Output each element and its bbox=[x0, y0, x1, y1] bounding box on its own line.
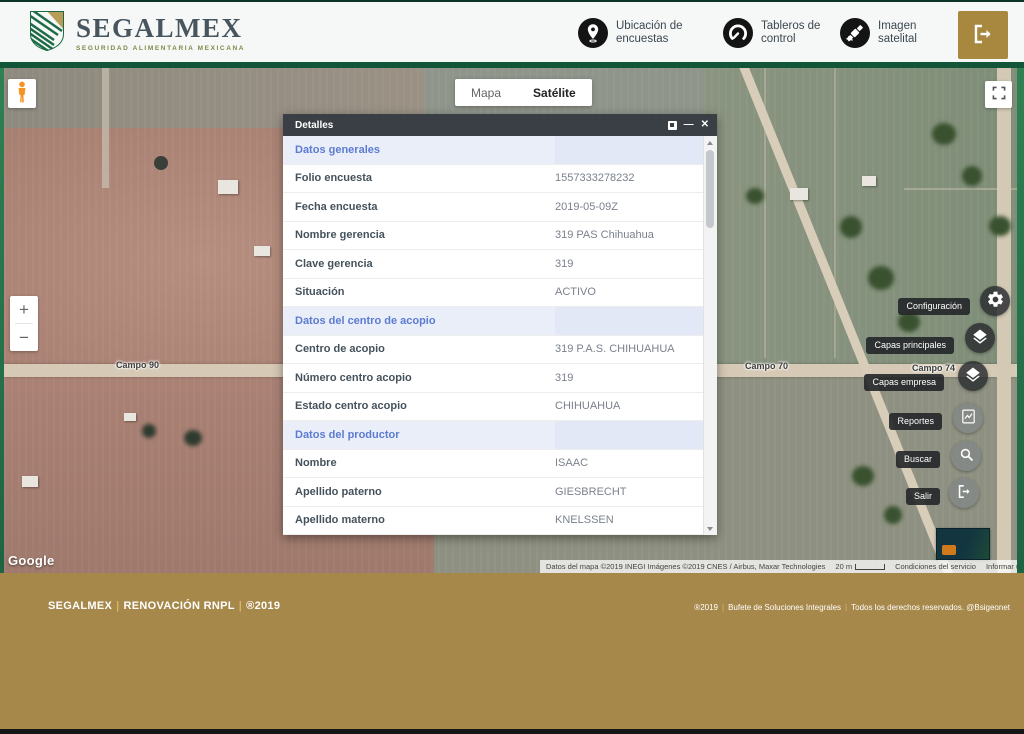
fullscreen-icon bbox=[991, 85, 1007, 104]
app-header: SEGALMEX SEGURIDAD ALIMENTARIA MEXICANA … bbox=[0, 2, 1024, 62]
map-attribution-bar: Datos del mapa ©2019 INEGI Imágenes ©201… bbox=[540, 560, 1017, 573]
popout-icon[interactable] bbox=[668, 121, 677, 130]
logout-button[interactable] bbox=[958, 11, 1008, 59]
salir-button[interactable] bbox=[949, 478, 979, 508]
map-scale-bar: 20 m bbox=[835, 562, 885, 571]
tooltip-salir: Salir bbox=[906, 488, 940, 505]
zoom-in-button[interactable]: + bbox=[10, 296, 38, 323]
data-row: Número centro acopio319 bbox=[283, 364, 704, 393]
configuracion-button[interactable] bbox=[980, 286, 1010, 316]
map-frame: Campo 90 Campo 70 Campo 74 Mapa Satélite bbox=[0, 68, 1024, 573]
exit-icon bbox=[956, 483, 973, 503]
details-table: Datos generales Folio encuesta1557333278… bbox=[283, 136, 704, 535]
gear-icon bbox=[986, 290, 1005, 312]
nav-label: Imagen satelital bbox=[878, 20, 917, 46]
nav-ubicacion-encuestas[interactable]: Ubicación de encuestas bbox=[578, 18, 682, 48]
report-error-link[interactable]: Informar un error del mapa bbox=[986, 562, 1017, 571]
tooltip-capas-empresa: Capas empresa bbox=[864, 374, 944, 391]
nav-label: Ubicación de encuestas bbox=[616, 20, 682, 46]
footer-separator: | bbox=[235, 600, 246, 612]
tooltip-reportes: Reportes bbox=[889, 413, 942, 430]
nav-imagen-satelital[interactable]: Imagen satelital bbox=[840, 18, 917, 48]
tooltip-capas-principales: Capas principales bbox=[866, 337, 954, 354]
nav-tableros-control[interactable]: Tableros de control bbox=[723, 18, 820, 48]
data-row: Fecha encuesta2019-05-09Z bbox=[283, 193, 704, 222]
scroll-up-arrow[interactable] bbox=[704, 137, 716, 148]
attribution-text: Datos del mapa ©2019 INEGI Imágenes ©201… bbox=[546, 562, 825, 571]
scrollbar-thumb[interactable] bbox=[706, 150, 714, 228]
location-pin-icon bbox=[578, 18, 608, 48]
tooltip-buscar: Buscar bbox=[896, 451, 940, 468]
close-icon[interactable]: ✕ bbox=[701, 120, 709, 130]
brand-logo: SEGALMEX SEGURIDAD ALIMENTARIA MEXICANA bbox=[28, 10, 245, 57]
map-place-label: Campo 74 bbox=[912, 363, 955, 373]
data-row: NombreISAAC bbox=[283, 450, 704, 479]
map-type-toggle: Mapa Satélite bbox=[455, 79, 592, 106]
dashboard-gauge-icon bbox=[723, 18, 753, 48]
satellite-map[interactable]: Campo 90 Campo 70 Campo 74 Mapa Satélite bbox=[4, 68, 1017, 573]
segalmex-app: SEGALMEX SEGURIDAD ALIMENTARIA MEXICANA … bbox=[0, 0, 1024, 734]
layers-icon bbox=[964, 366, 982, 387]
street-view-pegman-button[interactable] bbox=[8, 79, 36, 108]
nav-label: Tableros de control bbox=[761, 20, 820, 46]
brand-tagline: SEGURIDAD ALIMENTARIA MEXICANA bbox=[76, 45, 245, 52]
report-chart-icon bbox=[960, 408, 977, 428]
reportes-button[interactable] bbox=[953, 403, 983, 433]
scroll-down-arrow[interactable] bbox=[704, 523, 716, 534]
satellite-icon bbox=[840, 18, 870, 48]
logout-icon bbox=[971, 22, 995, 49]
zoom-control: + − bbox=[10, 296, 38, 351]
overview-minimap[interactable] bbox=[936, 528, 990, 560]
data-row: Centro de acopio319 P.A.S. CHIHUAHUA bbox=[283, 336, 704, 365]
section-row: Datos del productor bbox=[283, 421, 704, 450]
brand-name: SEGALMEX bbox=[76, 15, 245, 42]
data-row: Estado centro acopioCHIHUAHUA bbox=[283, 393, 704, 422]
app-footer: SEGALMEX|RENOVACIÓN RNPL|®2019 ®2019|Buf… bbox=[0, 573, 1024, 729]
footer-separator: | bbox=[112, 600, 123, 612]
segalmex-shield-icon bbox=[28, 10, 66, 57]
capas-principales-button[interactable] bbox=[965, 323, 995, 353]
panel-title: Detalles bbox=[295, 120, 668, 131]
footer-separator: | bbox=[718, 603, 728, 612]
google-logo[interactable]: Google bbox=[8, 553, 55, 568]
details-panel: Detalles — ✕ Datos generales Folio encue… bbox=[283, 114, 717, 535]
data-row: Clave gerencia319 bbox=[283, 250, 704, 279]
minimize-icon[interactable]: — bbox=[684, 120, 694, 130]
zoom-out-button[interactable]: − bbox=[10, 324, 38, 351]
footer-left-text: SEGALMEX|RENOVACIÓN RNPL|®2019 bbox=[48, 600, 280, 612]
data-row: Apellido paternoGIESBRECHT bbox=[283, 478, 704, 507]
data-row: SituaciónACTIVO bbox=[283, 279, 704, 308]
data-row: Apellido maternoKNELSSEN bbox=[283, 507, 704, 536]
map-place-label: Campo 70 bbox=[745, 361, 788, 371]
section-row: Datos generales bbox=[283, 136, 704, 165]
terms-link[interactable]: Condiciones del servicio bbox=[895, 562, 976, 571]
map-type-mapa-button[interactable]: Mapa bbox=[455, 79, 517, 106]
data-row: Nombre gerencia319 PAS Chihuahua bbox=[283, 222, 704, 251]
details-panel-titlebar[interactable]: Detalles — ✕ bbox=[283, 114, 717, 136]
map-place-label: Campo 90 bbox=[116, 360, 159, 370]
map-type-satelite-button[interactable]: Satélite bbox=[517, 79, 592, 106]
window-bottom-border bbox=[0, 729, 1024, 734]
search-icon bbox=[958, 446, 975, 466]
capas-empresa-button[interactable] bbox=[958, 361, 988, 391]
buscar-button[interactable] bbox=[951, 441, 981, 471]
brand-text: SEGALMEX SEGURIDAD ALIMENTARIA MEXICANA bbox=[76, 15, 245, 52]
tooltip-configuracion: Configuración bbox=[898, 298, 970, 315]
panel-scrollbar[interactable] bbox=[703, 136, 717, 535]
scale-line bbox=[855, 564, 885, 570]
fullscreen-button[interactable] bbox=[985, 81, 1012, 108]
layers-icon bbox=[971, 328, 989, 349]
footer-separator: | bbox=[841, 603, 851, 612]
footer-right-text: ®2019|Bufete de Soluciones Integrales|To… bbox=[694, 603, 1010, 612]
data-row: Folio encuesta1557333278232 bbox=[283, 165, 704, 194]
pegman-icon bbox=[15, 81, 29, 106]
section-row: Datos del centro de acopio bbox=[283, 307, 704, 336]
